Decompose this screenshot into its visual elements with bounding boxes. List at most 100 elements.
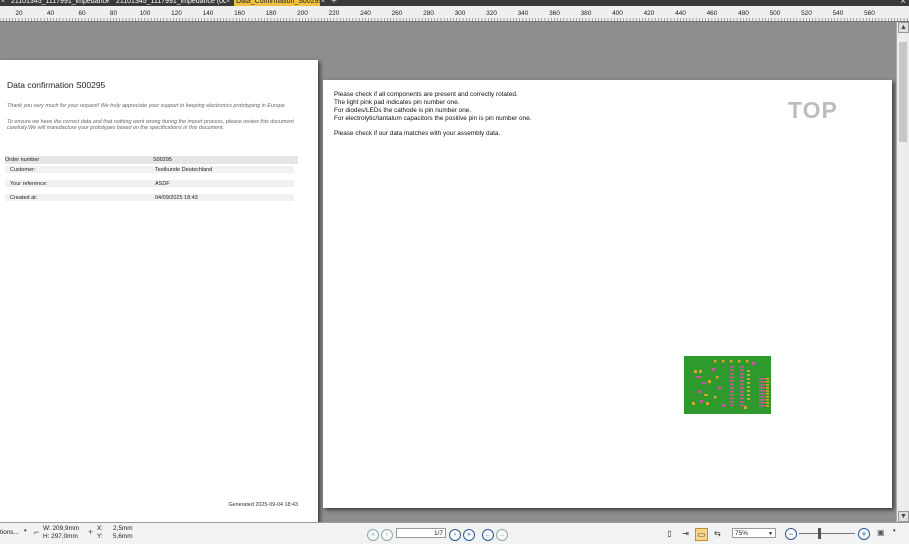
- pcb-pad: [747, 390, 750, 392]
- pcb-pad: [716, 376, 719, 379]
- fit-page-icon[interactable]: ▭: [695, 528, 708, 541]
- cursor-x-value: 2,5mm: [113, 525, 133, 532]
- pcb-pad: [759, 393, 765, 395]
- vertical-scrollbar[interactable]: ▲ ▼: [896, 22, 909, 522]
- pcb-pad: [730, 387, 734, 389]
- next-page-icon[interactable]: ›: [449, 529, 461, 541]
- zoom-select[interactable]: 75% ▼: [732, 528, 776, 538]
- pcb-pad: [759, 387, 765, 389]
- zoom-out-icon[interactable]: −: [785, 528, 797, 540]
- pcb-pad: [759, 384, 765, 386]
- instruction-line: The light pink pad indicates pin number …: [334, 99, 460, 106]
- intro-text: Thank you very much for your request! We…: [7, 103, 287, 109]
- ruler-label: 80: [109, 10, 118, 17]
- table-row: Your reference: ASDF: [5, 178, 298, 192]
- pcb-pad: [759, 402, 765, 404]
- pcb-pad: [730, 390, 734, 393]
- tab-close-icon[interactable]: ×: [226, 0, 230, 5]
- pcb-pad: [747, 378, 750, 380]
- pcb-pad: [696, 376, 702, 378]
- scroll-up-icon[interactable]: ▲: [898, 22, 909, 33]
- ruler-label: 520: [801, 10, 812, 17]
- options-menu[interactable]: tions...: [0, 529, 19, 536]
- pcb-pad: [722, 360, 725, 363]
- first-page-icon[interactable]: «: [367, 529, 379, 541]
- pcb-pad: [740, 373, 744, 375]
- pcb-pad: [766, 387, 769, 389]
- actual-size-icon[interactable]: ⇆: [712, 528, 723, 539]
- scrollbar-thumb[interactable]: [899, 42, 907, 142]
- chevron-down-icon: ▼: [768, 531, 773, 537]
- pcb-pad: [747, 374, 750, 376]
- document-canvas[interactable]: Data confirmation S00295 Thank you very …: [0, 22, 897, 528]
- previous-page-icon[interactable]: ‹: [381, 529, 393, 541]
- instruction-line: Please check if all components are prese…: [334, 91, 518, 98]
- order-number-row: Order number S00295: [5, 156, 298, 164]
- pcb-pad: [722, 404, 725, 407]
- status-bar: tions... ▾ ⌐ W: 209,9mm H: 297,0mm + X: …: [0, 522, 909, 544]
- pcb-pad: [712, 368, 715, 371]
- ruler-label: 120: [171, 10, 182, 17]
- ruler-label: 60: [78, 10, 86, 17]
- ruler-label: 180: [265, 10, 277, 17]
- pcb-pad: [766, 393, 769, 395]
- last-page-icon[interactable]: »: [463, 529, 475, 541]
- pcb-pad: [747, 398, 750, 400]
- pcb-pad: [740, 380, 744, 382]
- tab-close-icon[interactable]: ×: [321, 0, 325, 5]
- ruler-label: 40: [46, 10, 55, 17]
- ruler-label: 140: [202, 10, 214, 17]
- forward-icon[interactable]: →: [496, 529, 508, 541]
- generated-timestamp: Generated 2025-09-04 18:43: [228, 502, 298, 508]
- page-title: Data confirmation S00295: [7, 80, 106, 90]
- cursor-y-value: 5,6mm: [113, 533, 133, 540]
- pcb-pad: [714, 360, 717, 363]
- page-assembly-top: Please check if all components are prese…: [323, 80, 892, 508]
- ruler-label: 380: [580, 10, 592, 17]
- ruler-label: 240: [360, 10, 371, 17]
- ruler-label: 440: [675, 10, 686, 17]
- pcb-pad: [730, 383, 734, 386]
- ruler-label: 460: [706, 10, 718, 17]
- ruler-label: 540: [832, 10, 844, 17]
- ruler-label: 320: [486, 10, 497, 17]
- ruler-label: 420: [643, 10, 655, 17]
- tab-close-icon[interactable]: ×: [106, 0, 110, 5]
- chevron-down-icon[interactable]: ▾: [893, 528, 896, 534]
- pcb-pad: [706, 402, 709, 405]
- chevron-down-icon[interactable]: ▾: [24, 528, 27, 534]
- tab-close-icon[interactable]: ×: [1, 0, 5, 5]
- back-icon[interactable]: ←: [482, 529, 494, 541]
- fit-width-icon[interactable]: ⇥: [680, 528, 691, 539]
- pcb-pad: [752, 362, 755, 365]
- page-number-input[interactable]: 1/7: [396, 528, 446, 538]
- zoom-slider-thumb[interactable]: [818, 528, 821, 539]
- pcb-pad: [730, 366, 734, 368]
- pcb-pad: [694, 370, 697, 373]
- pcb-pad: [746, 360, 749, 363]
- single-page-icon[interactable]: ▯: [664, 528, 675, 539]
- row-background: [5, 180, 294, 187]
- pcb-pad: [714, 396, 717, 399]
- pcb-pad: [730, 397, 734, 400]
- row-background: [5, 166, 294, 173]
- pcb-pad: [702, 382, 706, 384]
- scroll-down-icon[interactable]: ▼: [898, 511, 909, 522]
- pcb-pad: [718, 386, 721, 389]
- match-note: Please check if our data matches with yo…: [334, 130, 501, 137]
- zoom-in-icon[interactable]: +: [858, 528, 870, 540]
- instruction-line: For diodes/LEDs the cathode is pin numbe…: [334, 107, 472, 114]
- pcb-pad: [747, 370, 750, 372]
- pcb-pad: [730, 369, 734, 372]
- pcb-pad: [699, 370, 702, 373]
- ruler-label: 500: [769, 10, 781, 17]
- pcb-pad: [730, 380, 734, 382]
- view-options-icon[interactable]: ▣: [877, 528, 885, 537]
- pcb-pad: [730, 401, 734, 403]
- order-number-label: Order number: [5, 157, 40, 163]
- row-background: [5, 194, 294, 201]
- pcb-pad: [766, 390, 769, 392]
- created-value: 04/09/2025 18:43: [155, 195, 198, 201]
- zoom-slider[interactable]: [799, 533, 855, 534]
- pcb-pad: [708, 380, 711, 383]
